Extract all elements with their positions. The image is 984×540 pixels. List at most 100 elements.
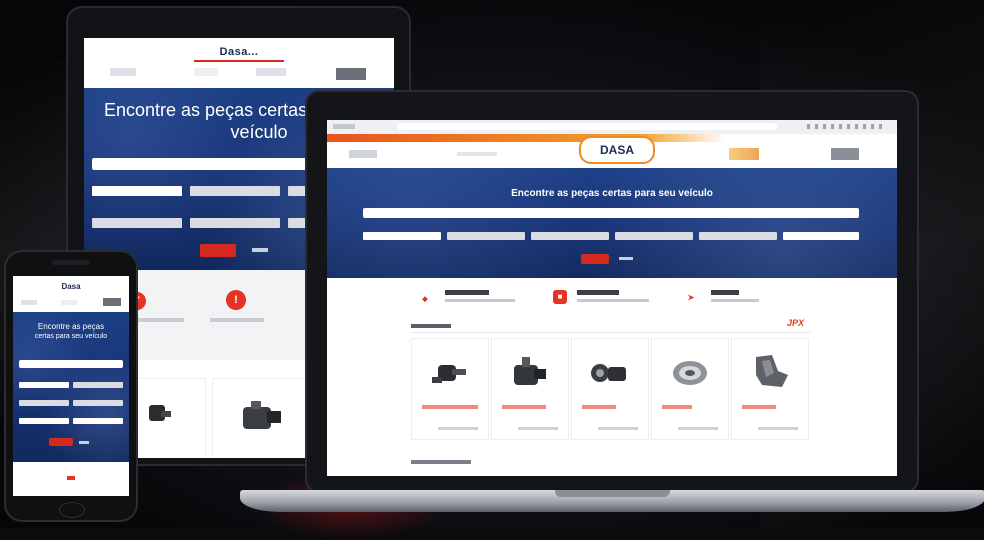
phone-screen: Dasa Encontre as peças certas para seu v… xyxy=(13,276,129,496)
laptop-clear-link[interactable] xyxy=(619,257,633,260)
phone-hero: Encontre as peças certas para seu veícul… xyxy=(13,312,129,462)
phone-header: Dasa xyxy=(13,276,129,312)
tablet-feature-2-label xyxy=(210,318,264,322)
phone-menu-button[interactable] xyxy=(103,298,121,306)
motor-part-icon xyxy=(514,357,546,385)
laptop-footer-section-title xyxy=(411,460,471,464)
laptop-trackpad-notch xyxy=(555,490,670,497)
phone-logo[interactable]: Dasa xyxy=(51,282,91,291)
laptop-feature-2-title xyxy=(577,290,619,295)
laptop-filter-1[interactable] xyxy=(363,232,441,240)
browser-toolbar xyxy=(327,120,897,135)
laptop-header-phone xyxy=(457,152,497,156)
tablet-logo-underline xyxy=(194,60,284,62)
laptop-screen: DASA Encontre as peças certas para seu v… xyxy=(327,120,897,476)
tablet-logo[interactable]: Dasa... xyxy=(204,46,274,58)
tablet-clear-link[interactable] xyxy=(252,248,268,252)
tablet-nav-item-2[interactable] xyxy=(194,68,218,76)
caliper-part-icon xyxy=(432,365,466,383)
phone-filter-3[interactable] xyxy=(19,400,69,406)
tablet-nav-item-3[interactable] xyxy=(256,68,286,76)
laptop-product-card-4[interactable] xyxy=(651,338,729,440)
phone-filter-5[interactable] xyxy=(19,418,69,424)
tablet-product-card-1[interactable] xyxy=(134,378,206,458)
tablet-filter-1[interactable] xyxy=(92,186,182,196)
laptop-filter-5[interactable] xyxy=(699,232,777,240)
laptop-product-card-5[interactable] xyxy=(731,338,809,440)
phone-feature-icon xyxy=(67,476,75,480)
product-4-link[interactable] xyxy=(678,427,718,430)
bracket-part-icon xyxy=(756,355,788,387)
laptop-product-card-2[interactable] xyxy=(491,338,569,440)
browser-address-bar[interactable] xyxy=(397,123,777,130)
product-1-link[interactable] xyxy=(438,427,478,430)
laptop-feature-1-text xyxy=(445,299,515,302)
phone-hero-title-line1: Encontre as peças xyxy=(37,322,105,331)
product-2-price xyxy=(502,405,546,409)
phone-clear-link[interactable] xyxy=(79,441,89,444)
tag-icon: ◆ xyxy=(419,294,431,306)
tablet-product-card-2[interactable] xyxy=(212,378,314,458)
laptop-filter-6[interactable] xyxy=(783,232,859,240)
laptop-feature-1-title xyxy=(445,290,489,295)
phone-hero-title-line2: certas para seu veículo xyxy=(34,333,108,340)
phone-device: Dasa Encontre as peças certas para seu v… xyxy=(4,250,138,522)
phone-filter-6[interactable] xyxy=(73,418,123,424)
pump-part-icon xyxy=(591,364,626,382)
tablet-filter-4[interactable] xyxy=(92,218,182,228)
tablet-search-button[interactable] xyxy=(200,244,236,257)
phone-content xyxy=(13,462,129,496)
laptop-hero: Encontre as peças certas para seu veícul… xyxy=(327,168,897,278)
laptop-filter-4[interactable] xyxy=(615,232,693,240)
bearing-part-icon xyxy=(673,361,707,385)
laptop-section-title xyxy=(411,324,451,328)
phone-search-button[interactable] xyxy=(49,438,73,446)
laptop-section-badge[interactable]: JPX xyxy=(787,318,804,328)
caliper-part-icon xyxy=(149,405,171,421)
laptop-product-card-3[interactable] xyxy=(571,338,649,440)
phone-nav-item-2[interactable] xyxy=(61,300,77,305)
product-3-price xyxy=(582,405,616,409)
laptop-feature-3-text xyxy=(711,299,759,302)
product-4-price xyxy=(662,405,692,409)
laptop-brand-mark[interactable] xyxy=(729,148,759,160)
laptop-section-divider xyxy=(411,332,811,333)
laptop-features: ◆ ■ ➤ xyxy=(327,278,897,322)
laptop-filter-3[interactable] xyxy=(531,232,609,240)
phone-filter-4[interactable] xyxy=(73,400,123,406)
tablet-menu-button[interactable] xyxy=(336,68,366,80)
tablet-nav-item-1[interactable] xyxy=(110,68,136,76)
laptop-feature-2-text xyxy=(577,299,649,302)
tablet-filter-2[interactable] xyxy=(190,186,280,196)
browser-nav-buttons[interactable] xyxy=(333,124,355,129)
phone-home-button[interactable] xyxy=(59,502,85,518)
phone-speaker xyxy=(52,260,90,265)
laptop-device: DASA Encontre as peças certas para seu v… xyxy=(305,90,919,493)
product-5-price xyxy=(742,405,776,409)
info-icon: ! xyxy=(226,290,246,310)
product-5-link[interactable] xyxy=(758,427,798,430)
info-icon: ■ xyxy=(553,290,567,304)
product-2-link[interactable] xyxy=(518,427,558,430)
laptop-feature-3-title xyxy=(711,290,739,295)
phone-filter-2[interactable] xyxy=(73,382,123,388)
laptop-header: DASA xyxy=(327,136,897,168)
product-1-price xyxy=(422,405,478,409)
browser-extension-icons[interactable] xyxy=(807,124,887,129)
laptop-header-left-logo[interactable] xyxy=(349,150,377,158)
laptop-filter-2[interactable] xyxy=(447,232,525,240)
laptop-search-button[interactable] xyxy=(581,254,609,264)
laptop-logo[interactable]: DASA xyxy=(579,136,655,164)
tablet-header: Dasa... xyxy=(84,38,394,88)
product-3-link[interactable] xyxy=(598,427,638,430)
truck-icon: ➤ xyxy=(685,292,697,304)
laptop-search-input[interactable] xyxy=(363,208,859,218)
laptop-hero-title: Encontre as peças certas para seu veícul… xyxy=(511,188,713,199)
tablet-filter-5[interactable] xyxy=(190,218,280,228)
laptop-product-card-1[interactable] xyxy=(411,338,489,440)
phone-search-input[interactable] xyxy=(19,360,123,368)
phone-nav-item-1[interactable] xyxy=(21,300,37,305)
laptop-menu-button[interactable] xyxy=(831,148,859,160)
phone-filter-1[interactable] xyxy=(19,382,69,388)
motor-part-icon xyxy=(243,401,281,429)
